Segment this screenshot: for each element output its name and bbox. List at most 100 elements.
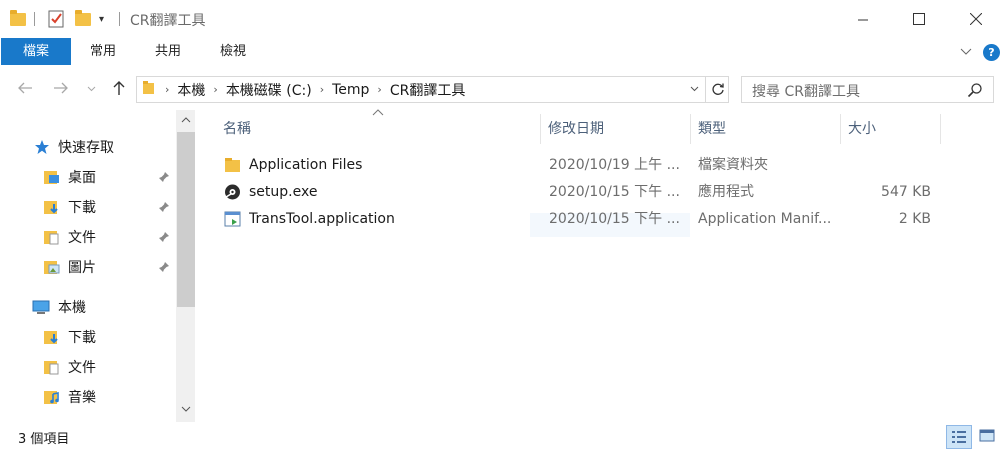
- location-folder-icon: [143, 80, 155, 99]
- downloads-folder-icon: [44, 329, 60, 345]
- close-icon: [970, 13, 982, 25]
- refresh-icon: [711, 83, 724, 95]
- breadcrumb-chevron-icon[interactable]: ›: [375, 83, 383, 96]
- nav-desktop[interactable]: 桌面: [44, 166, 96, 188]
- search-input[interactable]: 搜尋 CR翻譯工具: [741, 76, 994, 103]
- new-folder-icon[interactable]: [75, 9, 91, 29]
- pin-icon[interactable]: [158, 231, 170, 245]
- nav-pc-music[interactable]: 音樂: [44, 386, 96, 408]
- nav-label: 圖片: [68, 260, 96, 276]
- forward-arrow-icon[interactable]: [50, 80, 72, 100]
- scroll-down-icon[interactable]: [176, 401, 195, 419]
- tab-view[interactable]: 檢視: [209, 38, 257, 65]
- nav-this-pc[interactable]: 本機: [32, 296, 86, 318]
- nav-quick-access[interactable]: 快速存取: [34, 136, 114, 158]
- file-date: 2020/10/15 下午 ...: [549, 184, 680, 200]
- toolbar-separator: [34, 12, 35, 26]
- column-header-type[interactable]: 類型: [691, 114, 839, 144]
- nav-pc-downloads[interactable]: 下載: [44, 326, 96, 348]
- file-size: 2 KB: [898, 211, 931, 227]
- folder-icon: [225, 158, 240, 172]
- file-row[interactable]: setup.exe 2020/10/15 下午 ... 應用程式 547 KB: [220, 180, 936, 204]
- nav-pc-documents[interactable]: 文件: [44, 356, 96, 378]
- file-name: Application Files: [249, 157, 363, 173]
- nav-label: 下載: [68, 330, 96, 346]
- column-divider[interactable]: [940, 114, 941, 144]
- window-title: CR翻譯工具: [130, 13, 206, 29]
- tab-share[interactable]: 共用: [144, 38, 192, 65]
- computer-icon: [32, 299, 50, 315]
- details-view-button[interactable]: [946, 425, 972, 449]
- nav-downloads[interactable]: 下載: [44, 196, 96, 218]
- folder-icon[interactable]: [10, 9, 26, 29]
- file-type: 檔案資料夾: [698, 157, 768, 173]
- nav-scrollbar-thumb[interactable]: [177, 132, 195, 307]
- nav-label: 文件: [68, 230, 96, 246]
- nav-label: 文件: [68, 360, 96, 376]
- properties-icon[interactable]: [48, 9, 65, 29]
- nav-label: 快速存取: [58, 140, 114, 156]
- recent-locations-icon[interactable]: [84, 80, 98, 100]
- column-header-date[interactable]: 修改日期: [541, 114, 689, 144]
- status-bar: 3 個項目: [0, 422, 1007, 452]
- tab-file[interactable]: 檔案: [1, 38, 71, 65]
- scroll-up-icon[interactable]: [176, 112, 195, 130]
- file-size: [840, 153, 931, 177]
- documents-folder-icon: [44, 359, 60, 375]
- setup-exe-icon: [225, 184, 240, 200]
- file-date: 2020/10/15 下午 ...: [549, 211, 680, 227]
- details-view-icon: [952, 431, 966, 443]
- expand-ribbon-icon[interactable]: [960, 45, 972, 59]
- help-icon[interactable]: ?: [983, 44, 1000, 61]
- refresh-button[interactable]: [705, 77, 729, 102]
- large-icons-view-icon: [979, 429, 995, 442]
- breadcrumb-current-folder[interactable]: CR翻譯工具: [384, 77, 472, 102]
- column-header-size[interactable]: 大小: [841, 114, 939, 144]
- file-type: 應用程式: [698, 184, 754, 200]
- minimize-icon: [857, 19, 868, 20]
- file-date: 2020/10/19 上午 ...: [549, 157, 680, 173]
- customize-toolbar-icon[interactable]: ▾: [99, 9, 104, 29]
- maximize-button[interactable]: [896, 0, 942, 38]
- pin-icon[interactable]: [158, 171, 170, 185]
- pin-icon[interactable]: [158, 261, 170, 275]
- navigation-pane: 快速存取 桌面 下載 文件 圖片 本機 下載 文件 音樂: [0, 110, 196, 422]
- up-arrow-icon[interactable]: [108, 80, 130, 100]
- breadcrumb-chevron-icon[interactable]: ›: [211, 83, 219, 96]
- breadcrumb-local-disk[interactable]: 本機磁碟 (C:): [220, 77, 318, 102]
- file-name: setup.exe: [249, 184, 318, 200]
- pictures-folder-icon: [44, 259, 60, 275]
- back-arrow-icon[interactable]: [14, 80, 36, 100]
- nav-documents[interactable]: 文件: [44, 226, 96, 248]
- downloads-folder-icon: [44, 199, 60, 215]
- nav-label: 桌面: [68, 170, 96, 186]
- file-row[interactable]: TransTool.application 2020/10/15 下午 ... …: [220, 207, 936, 231]
- application-manifest-icon: [224, 211, 241, 227]
- nav-pictures[interactable]: 圖片: [44, 256, 96, 278]
- music-folder-icon: [44, 389, 60, 405]
- close-button[interactable]: [953, 0, 999, 38]
- search-icon[interactable]: [967, 82, 983, 98]
- breadcrumb-chevron-icon[interactable]: ›: [163, 83, 171, 96]
- tab-home[interactable]: 常用: [79, 38, 127, 65]
- file-type: Application Manif...: [698, 211, 832, 227]
- breadcrumb-this-pc[interactable]: 本機: [171, 77, 211, 102]
- documents-folder-icon: [44, 229, 60, 245]
- file-size: 547 KB: [881, 184, 931, 200]
- file-name: TransTool.application: [249, 211, 395, 227]
- address-dropdown-icon[interactable]: [684, 77, 704, 102]
- pin-icon[interactable]: [158, 201, 170, 215]
- address-bar[interactable]: › 本機 › 本機磁碟 (C:) › Temp › CR翻譯工具: [136, 76, 729, 103]
- minimize-button[interactable]: [840, 0, 886, 38]
- large-icons-view-button[interactable]: [975, 425, 1001, 449]
- search-placeholder: 搜尋 CR翻譯工具: [752, 84, 860, 100]
- nav-label: 本機: [58, 300, 86, 316]
- toolbar-separator: [119, 12, 120, 26]
- breadcrumb-chevron-icon[interactable]: ›: [318, 83, 326, 96]
- column-header-name[interactable]: 名稱: [216, 114, 538, 144]
- breadcrumb-temp[interactable]: Temp: [326, 77, 375, 102]
- desktop-folder-icon: [44, 169, 60, 185]
- ribbon: 檔案 常用 共用 檢視: [0, 38, 1007, 66]
- star-icon: [34, 139, 50, 155]
- file-row[interactable]: Application Files 2020/10/19 上午 ... 檔案資料…: [220, 153, 936, 177]
